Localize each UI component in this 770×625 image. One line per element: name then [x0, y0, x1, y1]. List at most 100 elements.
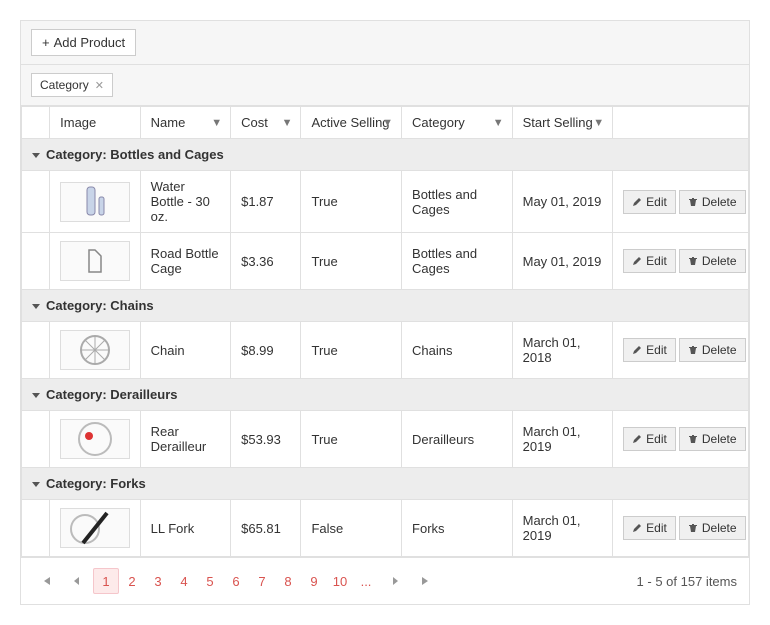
caret-down-icon	[32, 482, 40, 487]
pager-page-7[interactable]: 7	[249, 568, 275, 594]
pager-nav: 12345678910...	[33, 568, 637, 594]
close-icon[interactable]: ✕	[95, 79, 104, 92]
header-start[interactable]: Start Selling▼	[512, 107, 613, 139]
pager-info: 1 - 5 of 157 items	[637, 574, 737, 589]
filter-icon[interactable]: ▼	[211, 117, 222, 129]
pencil-icon	[632, 523, 642, 533]
grouping-bar: Category ✕	[21, 65, 749, 106]
expand-cell	[22, 411, 50, 468]
add-product-button[interactable]: + Add Product	[31, 29, 136, 56]
actions-cell: Edit Delete	[613, 171, 749, 233]
pager-last-button[interactable]	[413, 568, 439, 594]
name-cell: LL Fork	[140, 500, 230, 557]
expand-cell	[22, 171, 50, 233]
pager-next-button[interactable]	[383, 568, 409, 594]
pencil-icon	[632, 345, 642, 355]
expand-cell	[22, 500, 50, 557]
group-header[interactable]: Category: Derailleurs	[22, 379, 749, 411]
group-header[interactable]: Category: Forks	[22, 468, 749, 500]
header-cost[interactable]: Cost▼	[231, 107, 301, 139]
table-row: LL Fork$65.81FalseForksMarch 01, 2019 Ed…	[22, 500, 749, 557]
table-row: Rear Derailleur$53.93TrueDerailleursMarc…	[22, 411, 749, 468]
header-category[interactable]: Category▼	[402, 107, 513, 139]
start-cell: May 01, 2019	[512, 171, 613, 233]
pager-first-button[interactable]	[33, 568, 59, 594]
header-active[interactable]: Active Selling▼	[301, 107, 402, 139]
start-cell: March 01, 2019	[512, 411, 613, 468]
pager-page-10[interactable]: 10	[327, 568, 353, 594]
group-chip-label: Category	[40, 78, 89, 92]
pager-prev-button[interactable]	[63, 568, 89, 594]
start-cell: May 01, 2019	[512, 233, 613, 290]
category-cell: Bottles and Cages	[402, 233, 513, 290]
active-cell: True	[301, 411, 402, 468]
filter-icon[interactable]: ▼	[282, 117, 293, 129]
header-row: Image Name▼ Cost▼ Active Selling▼ Catego…	[22, 107, 749, 139]
cost-cell: $1.87	[231, 171, 301, 233]
toolbar: + Add Product	[21, 21, 749, 65]
pager-page-9[interactable]: 9	[301, 568, 327, 594]
caret-down-icon	[32, 304, 40, 309]
name-cell: Chain	[140, 322, 230, 379]
product-image	[60, 419, 130, 459]
product-image	[60, 508, 130, 548]
pencil-icon	[632, 256, 642, 266]
name-cell: Water Bottle - 30 oz.	[140, 171, 230, 233]
actions-cell: Edit Delete	[613, 411, 749, 468]
active-cell: True	[301, 322, 402, 379]
image-cell	[50, 322, 140, 379]
data-grid: + Add Product Category ✕ Image Name▼ Cos…	[20, 20, 750, 605]
product-image	[60, 241, 130, 281]
trash-icon	[688, 523, 698, 533]
cost-cell: $8.99	[231, 322, 301, 379]
delete-button[interactable]: Delete	[679, 427, 746, 451]
filter-icon[interactable]: ▼	[382, 117, 393, 129]
start-cell: March 01, 2018	[512, 322, 613, 379]
actions-cell: Edit Delete	[613, 500, 749, 557]
group-header[interactable]: Category: Chains	[22, 290, 749, 322]
pager: 12345678910... 1 - 5 of 157 items	[21, 557, 749, 604]
table-row: Chain$8.99TrueChainsMarch 01, 2018 Edit …	[22, 322, 749, 379]
pager-page-4[interactable]: 4	[171, 568, 197, 594]
header-expand	[22, 107, 50, 139]
group-header[interactable]: Category: Bottles and Cages	[22, 139, 749, 171]
filter-icon[interactable]: ▼	[493, 117, 504, 129]
edit-button[interactable]: Edit	[623, 190, 676, 214]
pager-page-...[interactable]: ...	[353, 568, 379, 594]
product-image	[60, 330, 130, 370]
delete-button[interactable]: Delete	[679, 338, 746, 362]
header-name[interactable]: Name▼	[140, 107, 230, 139]
image-cell	[50, 500, 140, 557]
category-cell: Bottles and Cages	[402, 171, 513, 233]
pager-page-3[interactable]: 3	[145, 568, 171, 594]
image-cell	[50, 411, 140, 468]
table-row: Road Bottle Cage$3.36TrueBottles and Cag…	[22, 233, 749, 290]
start-cell: March 01, 2019	[512, 500, 613, 557]
group-chip-category[interactable]: Category ✕	[31, 73, 113, 97]
expand-cell	[22, 233, 50, 290]
edit-button[interactable]: Edit	[623, 338, 676, 362]
actions-cell: Edit Delete	[613, 322, 749, 379]
active-cell: True	[301, 233, 402, 290]
delete-button[interactable]: Delete	[679, 516, 746, 540]
delete-button[interactable]: Delete	[679, 249, 746, 273]
pager-page-2[interactable]: 2	[119, 568, 145, 594]
category-cell: Derailleurs	[402, 411, 513, 468]
grid-table: Image Name▼ Cost▼ Active Selling▼ Catego…	[21, 106, 749, 557]
filter-icon[interactable]: ▼	[593, 117, 604, 129]
cost-cell: $53.93	[231, 411, 301, 468]
pager-page-6[interactable]: 6	[223, 568, 249, 594]
header-image[interactable]: Image	[50, 107, 140, 139]
pager-page-5[interactable]: 5	[197, 568, 223, 594]
edit-button[interactable]: Edit	[623, 427, 676, 451]
edit-button[interactable]: Edit	[623, 516, 676, 540]
category-cell: Forks	[402, 500, 513, 557]
pager-page-8[interactable]: 8	[275, 568, 301, 594]
delete-button[interactable]: Delete	[679, 190, 746, 214]
trash-icon	[688, 345, 698, 355]
pager-page-1[interactable]: 1	[93, 568, 119, 594]
plus-icon: +	[42, 35, 50, 50]
edit-button[interactable]: Edit	[623, 249, 676, 273]
pencil-icon	[632, 197, 642, 207]
pencil-icon	[632, 434, 642, 444]
